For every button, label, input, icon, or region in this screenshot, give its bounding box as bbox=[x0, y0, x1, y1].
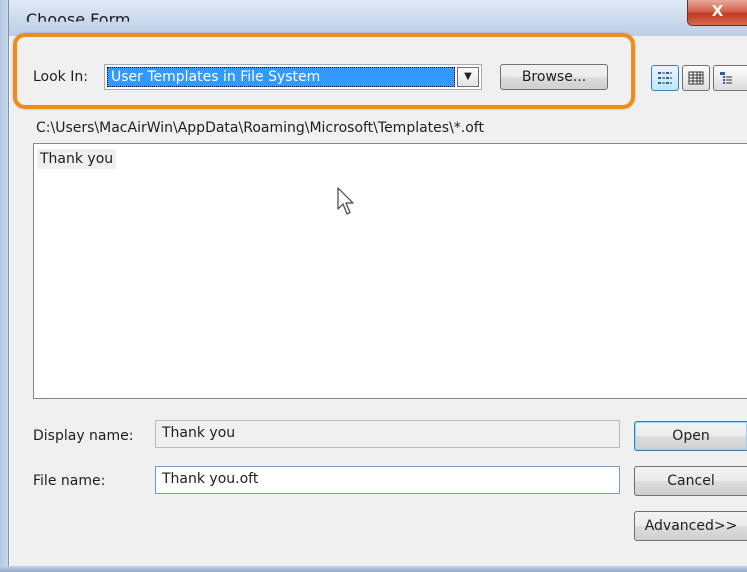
close-button[interactable]: X bbox=[687, 0, 747, 26]
window-title: Choose Form bbox=[26, 10, 131, 29]
folder-path: C:\Users\MacAirWin\AppData\Roaming\Micro… bbox=[36, 120, 484, 136]
open-button[interactable]: Open bbox=[634, 421, 747, 451]
window-frame-bottom bbox=[0, 566, 747, 572]
dropdown-arrow-icon[interactable]: ▼ bbox=[457, 67, 479, 87]
window-frame-left bbox=[0, 0, 9, 572]
list-view-icon[interactable] bbox=[682, 65, 710, 91]
cancel-button[interactable]: Cancel bbox=[634, 466, 747, 496]
file-name-input[interactable]: Thank you.oft bbox=[155, 466, 620, 494]
look-in-dropdown[interactable]: User Templates in File System ▼ bbox=[104, 64, 482, 90]
file-name-label: File name: bbox=[33, 473, 106, 489]
mouse-pointer-icon bbox=[337, 187, 354, 215]
small-icons-view-icon[interactable] bbox=[651, 65, 679, 91]
title-bar: Choose Form bbox=[0, 0, 747, 36]
look-in-label: Look In: bbox=[33, 69, 88, 85]
advanced-button[interactable]: Advanced>> bbox=[634, 511, 747, 541]
display-name-field: Thank you bbox=[155, 420, 620, 448]
list-item[interactable]: Thank you bbox=[37, 149, 117, 169]
forms-list[interactable]: Thank you bbox=[33, 143, 747, 399]
browse-button[interactable]: Browse... bbox=[500, 64, 608, 90]
display-name-label: Display name: bbox=[33, 428, 134, 444]
look-in-selected-value: User Templates in File System bbox=[107, 67, 455, 87]
details-view-icon[interactable] bbox=[713, 65, 747, 91]
